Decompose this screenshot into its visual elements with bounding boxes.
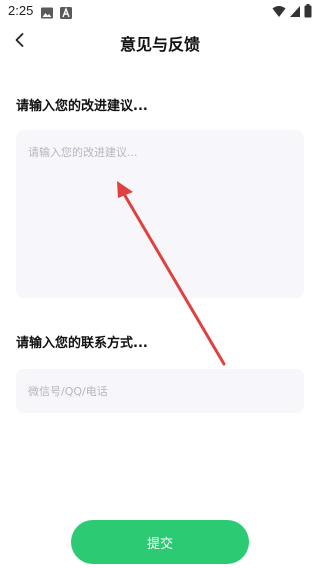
- text-a-icon: [59, 5, 73, 19]
- contact-input[interactable]: [16, 369, 304, 413]
- status-icons: [272, 3, 312, 22]
- suggestion-label: 请输入您的改进建议...: [16, 99, 148, 114]
- battery-icon: [304, 3, 312, 22]
- contact-label: 请输入您的联系方式...: [16, 336, 148, 351]
- suggestion-textarea[interactable]: [16, 130, 304, 298]
- status-bar: 2:25: [0, 0, 320, 24]
- submit-button[interactable]: 提交: [71, 520, 249, 564]
- status-time: 2:25: [8, 3, 34, 18]
- page-title: 意见与反馈: [119, 35, 200, 54]
- image-icon: [40, 5, 54, 19]
- cellular-signal-icon: [289, 3, 301, 22]
- wifi-icon: [272, 3, 286, 22]
- header: 意见与反馈: [0, 24, 320, 60]
